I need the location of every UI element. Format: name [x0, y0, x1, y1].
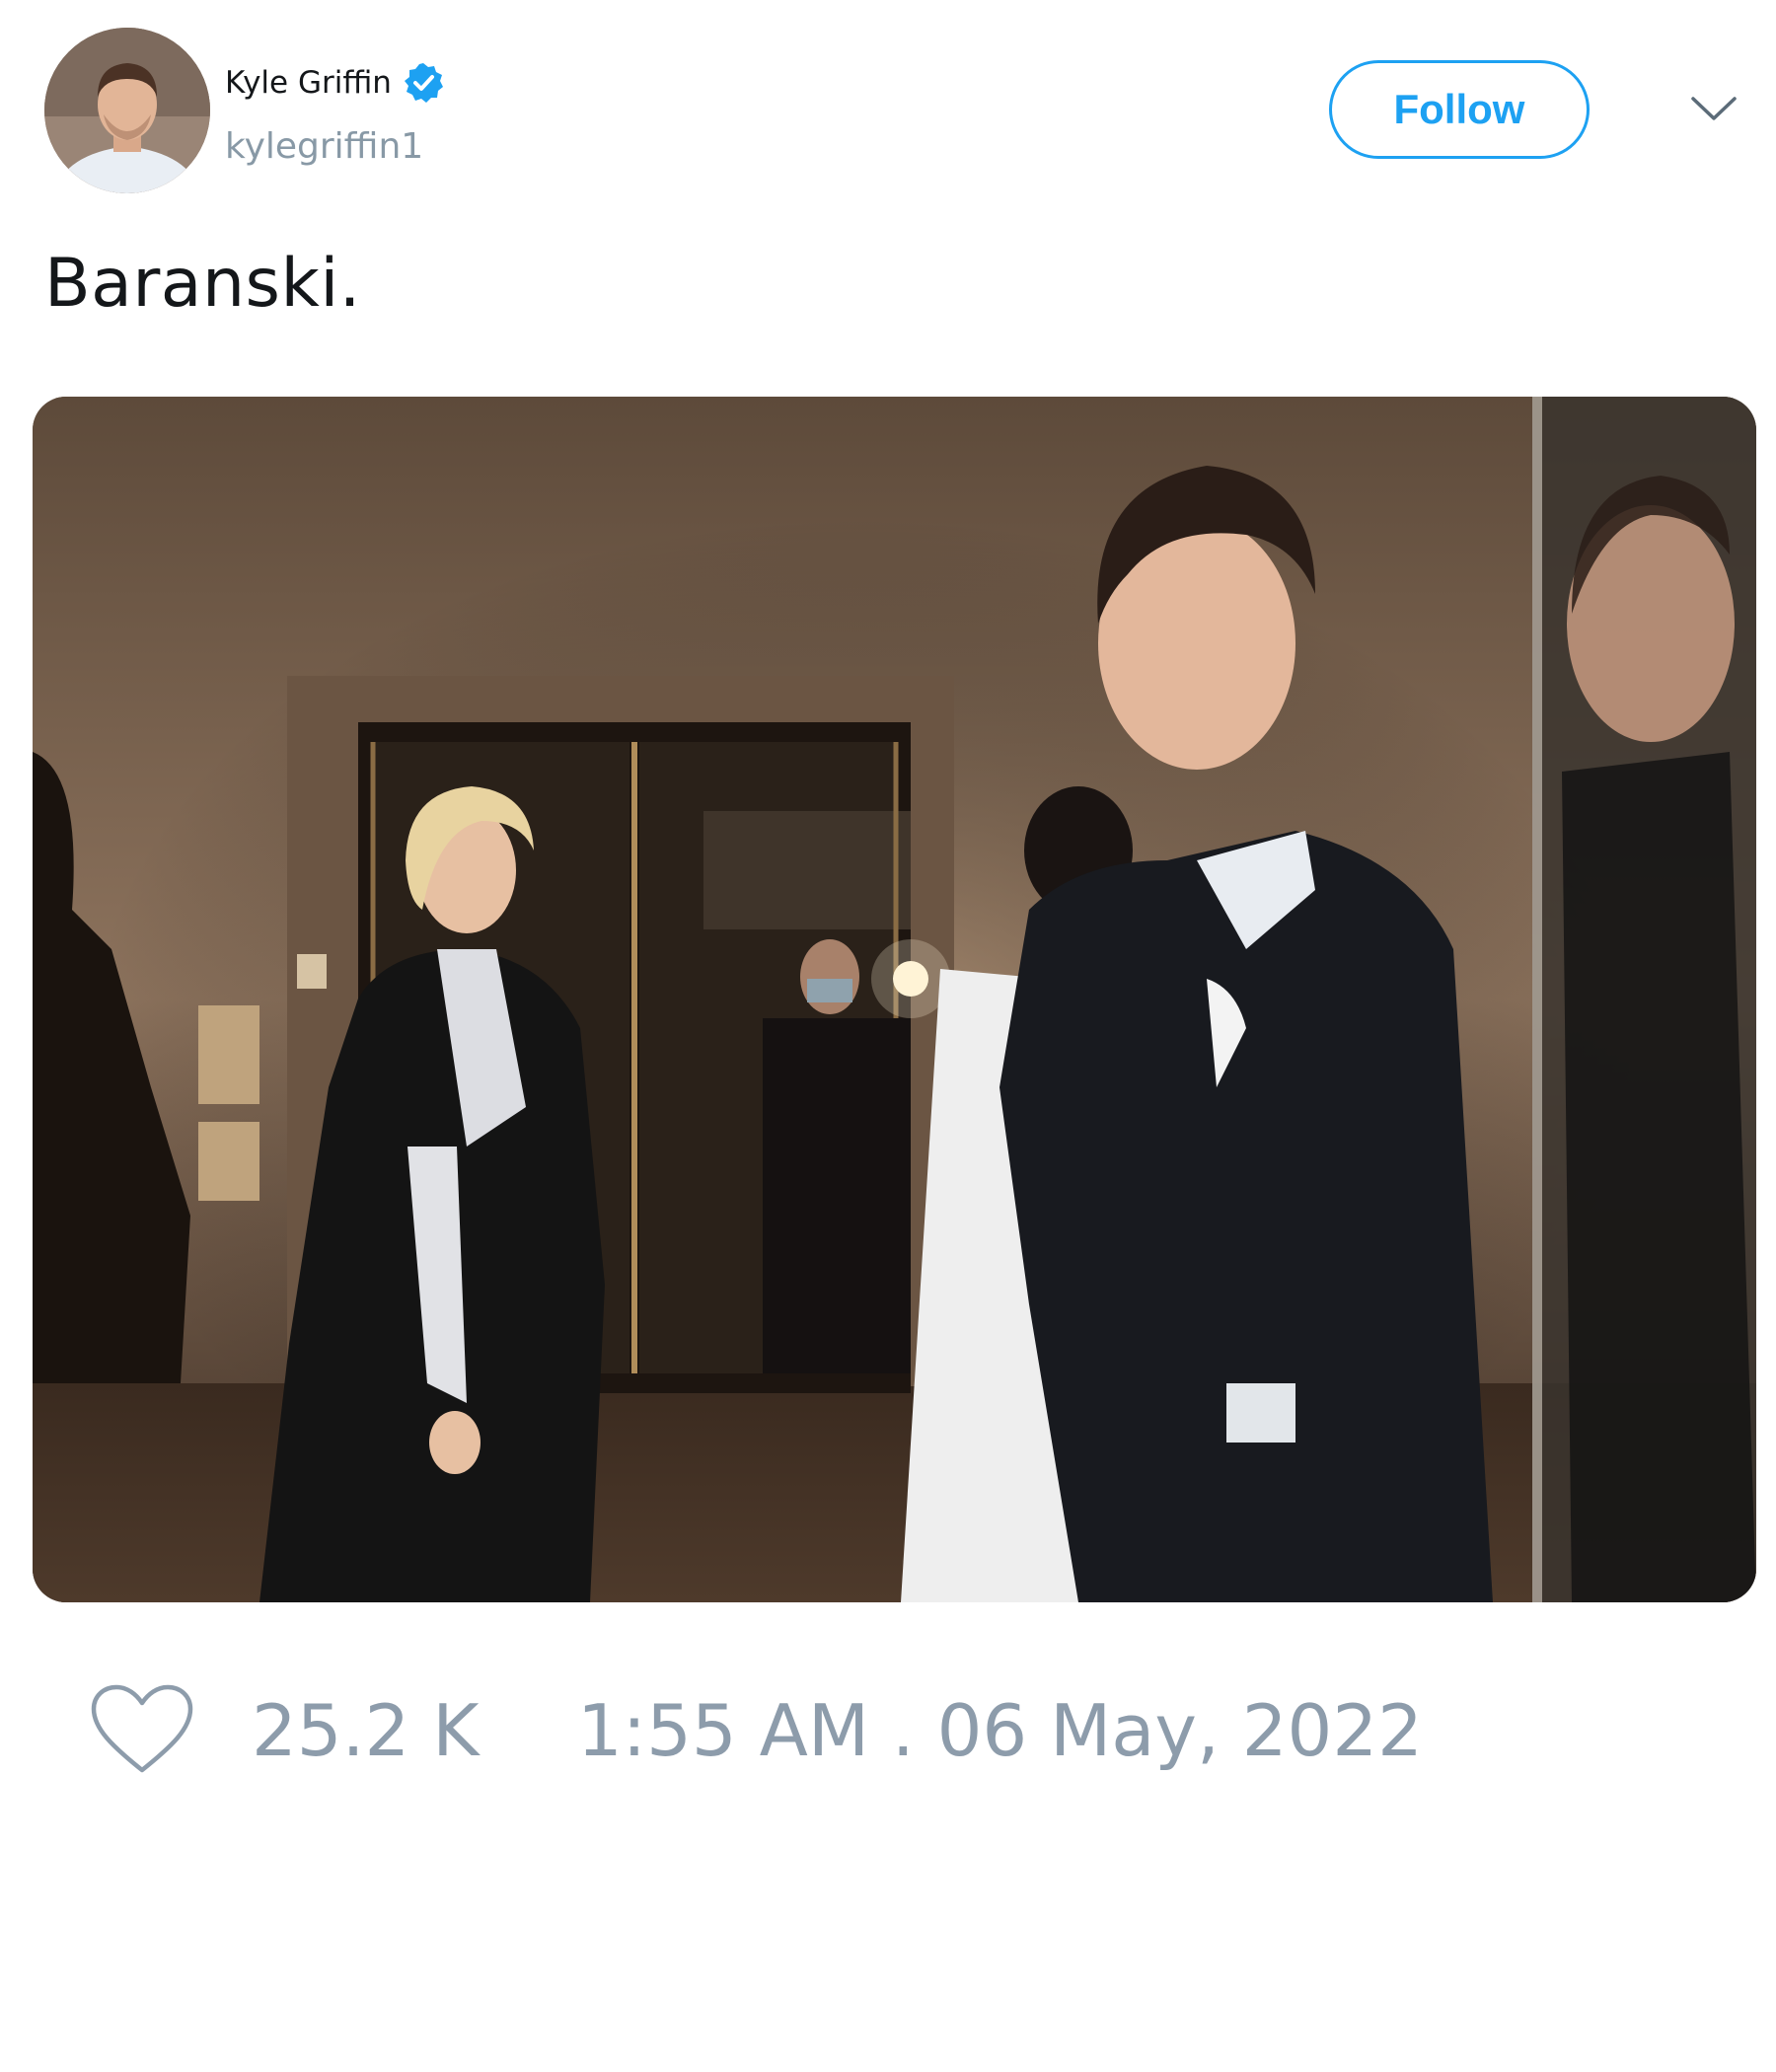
follow-button[interactable]: Follow	[1329, 60, 1590, 159]
tweet-card: Kyle Griffin kylegriffin1 Follow Baransk…	[0, 0, 1776, 2072]
tweet-photo[interactable]	[33, 397, 1756, 1602]
tweet-timestamp[interactable]: 1:55 AM . 06 May, 2022	[577, 1689, 1423, 1772]
heart-outline-icon[interactable]	[89, 1683, 195, 1776]
chevron-down-icon[interactable]	[1689, 89, 1739, 128]
author-display-name[interactable]: Kyle Griffin	[225, 65, 392, 101]
like-count[interactable]: 25.2 K	[252, 1689, 479, 1772]
verified-badge-icon	[402, 61, 445, 105]
photo-image	[33, 397, 1756, 1602]
author-handle[interactable]: kylegriffin1	[225, 126, 423, 167]
author-name-row: Kyle Griffin	[225, 61, 445, 105]
tweet-text: Baranski.	[44, 245, 361, 323]
avatar[interactable]	[44, 28, 210, 193]
avatar-image	[44, 28, 210, 193]
